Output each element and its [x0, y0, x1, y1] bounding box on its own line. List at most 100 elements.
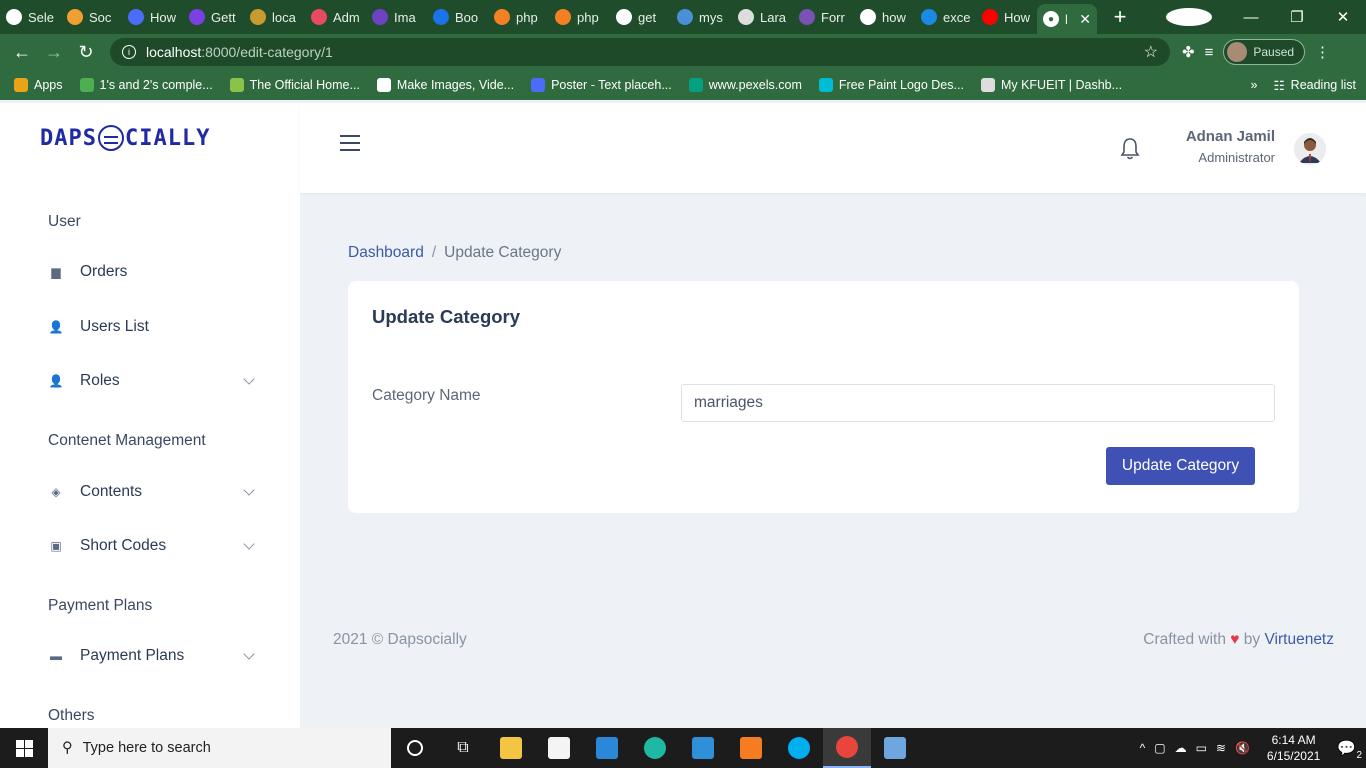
media-queue-icon[interactable]: ≡ — [1205, 44, 1214, 61]
tab-search-icon[interactable]: ▼ — [1166, 8, 1212, 26]
profile-button[interactable]: Paused — [1223, 39, 1306, 65]
onedrive-cloud-icon[interactable]: ☁ — [1175, 741, 1187, 755]
taskbar-app-mail[interactable] — [583, 728, 631, 768]
minimize-icon[interactable]: — — [1228, 9, 1274, 26]
users-list-icon: 👤 — [48, 320, 64, 334]
bookmark-item[interactable]: My KFUEIT | Dashb... — [980, 78, 1123, 92]
chevron-down-icon — [243, 648, 255, 660]
tab-label: php — [516, 9, 538, 25]
forward-arrow-icon[interactable]: → — [38, 42, 70, 63]
browser-tab[interactable]: How — [976, 0, 1037, 34]
brand-logo[interactable]: DAPS CIALLY — [40, 125, 210, 151]
volume-muted-icon[interactable]: 🔇 — [1235, 741, 1250, 755]
bookmark-label: My KFUEIT | Dashb... — [1000, 78, 1123, 92]
wifi-icon[interactable]: ≋ — [1216, 741, 1226, 755]
browser-tab[interactable]: how — [854, 0, 915, 34]
section-title-user: User — [48, 213, 81, 230]
tray-chevron-up-icon[interactable]: ^ — [1140, 741, 1146, 755]
bookmark-favicon-icon — [376, 78, 391, 92]
bookmark-item[interactable]: Apps — [14, 78, 63, 92]
windows-taskbar: ⚲ Type here to search ⧉ ^ ▢ ☁ ▭ ≋ 🔇 6:14… — [0, 728, 1366, 768]
restore-icon[interactable]: ❐ — [1274, 8, 1320, 26]
taskbar-app-vscode[interactable] — [679, 728, 727, 768]
browser-tab[interactable]: php — [549, 0, 610, 34]
taskbar-app-xampp[interactable] — [727, 728, 775, 768]
windows-start-button[interactable] — [0, 728, 48, 768]
taskbar-app-edge[interactable] — [631, 728, 679, 768]
browser-tab[interactable]: exce — [915, 0, 976, 34]
browser-tab[interactable]: How — [122, 0, 183, 34]
browser-tab[interactable]: Boo — [427, 0, 488, 34]
browser-tab[interactable]: Sele — [0, 0, 61, 34]
taskbar-search-box[interactable]: ⚲ Type here to search — [48, 728, 391, 768]
reload-icon[interactable]: ↻ — [70, 42, 102, 63]
browser-tab[interactable]: loca — [244, 0, 305, 34]
taskbar-app-skype[interactable] — [775, 728, 823, 768]
taskbar-app-chrome[interactable] — [823, 728, 871, 768]
info-icon[interactable]: i — [122, 45, 136, 59]
sidebar-item-roles[interactable]: 👤 Roles — [48, 372, 255, 390]
menu-kebab-icon[interactable]: ⋮ — [1315, 43, 1330, 61]
bookmark-label: Apps — [34, 78, 63, 92]
sidebar-item-label: Short Codes — [80, 537, 167, 554]
browser-tab[interactable]: Ima — [366, 0, 427, 34]
bookmark-item[interactable]: 1's and 2's comple... — [79, 78, 213, 92]
tab-active[interactable]: ● l ✕ — [1037, 4, 1097, 34]
bookmark-item[interactable]: Poster - Text placeh... — [531, 78, 672, 92]
system-clock[interactable]: 6:14 AM 6/15/2021 — [1267, 732, 1320, 764]
meet-now-icon[interactable]: ▢ — [1154, 741, 1165, 755]
sidebar-item-users-list[interactable]: 👤 Users List — [48, 318, 253, 336]
tab-favicon-icon — [189, 9, 205, 25]
address-bar[interactable]: i localhost:8000/edit-category/1 ☆ — [110, 38, 1170, 66]
browser-tab[interactable]: php — [488, 0, 549, 34]
user-name[interactable]: Adnan Jamil — [1186, 128, 1275, 145]
hamburger-menu-icon[interactable] — [340, 135, 360, 151]
sidebar-item-short-codes[interactable]: ▣ Short Codes — [48, 537, 255, 555]
bookmark-star-icon[interactable]: ☆ — [1144, 42, 1158, 62]
url-path: :8000/edit-category/1 — [201, 44, 333, 60]
bookmark-label: The Official Home... — [249, 78, 360, 92]
bookmark-item[interactable]: The Official Home... — [229, 78, 360, 92]
browser-tab[interactable]: Forr — [793, 0, 854, 34]
browser-tab[interactable]: Gett — [183, 0, 244, 34]
extensions-icon[interactable]: ✤ — [1182, 43, 1195, 61]
bell-icon[interactable] — [1120, 137, 1140, 161]
update-category-button[interactable]: Update Category — [1106, 447, 1255, 485]
browser-tab[interactable]: Adm — [305, 0, 366, 34]
browser-tab[interactable]: Soc — [61, 0, 122, 34]
tab-label: Forr — [821, 9, 845, 25]
bookmarks-overflow[interactable]: » — [1251, 78, 1258, 92]
taskbar-app-document-viewer[interactable] — [871, 728, 919, 768]
sidebar-item-contents[interactable]: ◈ Contents — [48, 483, 255, 501]
browser-tab[interactable]: mys — [671, 0, 732, 34]
sidebar-item-label: Orders — [80, 263, 128, 280]
tab-favicon-icon — [799, 9, 815, 25]
breadcrumb-dashboard-link[interactable]: Dashboard — [348, 244, 424, 261]
tab-label: Adm — [333, 9, 360, 25]
back-arrow-icon[interactable]: ← — [6, 42, 38, 63]
browser-tab[interactable]: Lara — [732, 0, 793, 34]
bookmark-label: 1's and 2's comple... — [99, 78, 213, 92]
avatar[interactable] — [1294, 133, 1326, 165]
taskbar-app-file-explorer[interactable] — [487, 728, 535, 768]
notification-center-icon[interactable]: 💬 2 — [1337, 739, 1362, 761]
bookmark-item[interactable]: Free Paint Logo Des... — [818, 78, 964, 92]
sidebar-item-orders[interactable]: ▆ Orders — [48, 263, 253, 281]
bookmark-item[interactable]: Make Images, Vide... — [376, 78, 514, 92]
new-tab-button[interactable]: + — [1103, 4, 1137, 30]
tab-label: php — [577, 9, 599, 25]
battery-icon[interactable]: ▭ — [1196, 741, 1207, 755]
reading-list-button[interactable]: ☷ Reading list — [1273, 78, 1356, 93]
category-name-input[interactable] — [681, 384, 1275, 422]
browser-toolbar: ← → ↻ i localhost:8000/edit-category/1 ☆… — [0, 34, 1366, 70]
taskbar-app-microsoft-store[interactable] — [535, 728, 583, 768]
sidebar-item-payment-plans[interactable]: ▬ Payment Plans — [48, 647, 255, 665]
close-tab-icon[interactable]: ✕ — [1079, 11, 1091, 28]
task-view-button[interactable]: ⧉ — [439, 728, 487, 768]
footer-brand-link[interactable]: Virtuenetz — [1264, 631, 1334, 648]
bookmark-item[interactable]: www.pexels.com — [688, 78, 802, 92]
cortana-button[interactable] — [391, 728, 439, 768]
close-window-icon[interactable]: ✕ — [1320, 8, 1366, 26]
bookmarks-bar: Apps 1's and 2's comple... The Official Ho… — [0, 70, 1366, 100]
browser-tab[interactable]: get — [610, 0, 671, 34]
